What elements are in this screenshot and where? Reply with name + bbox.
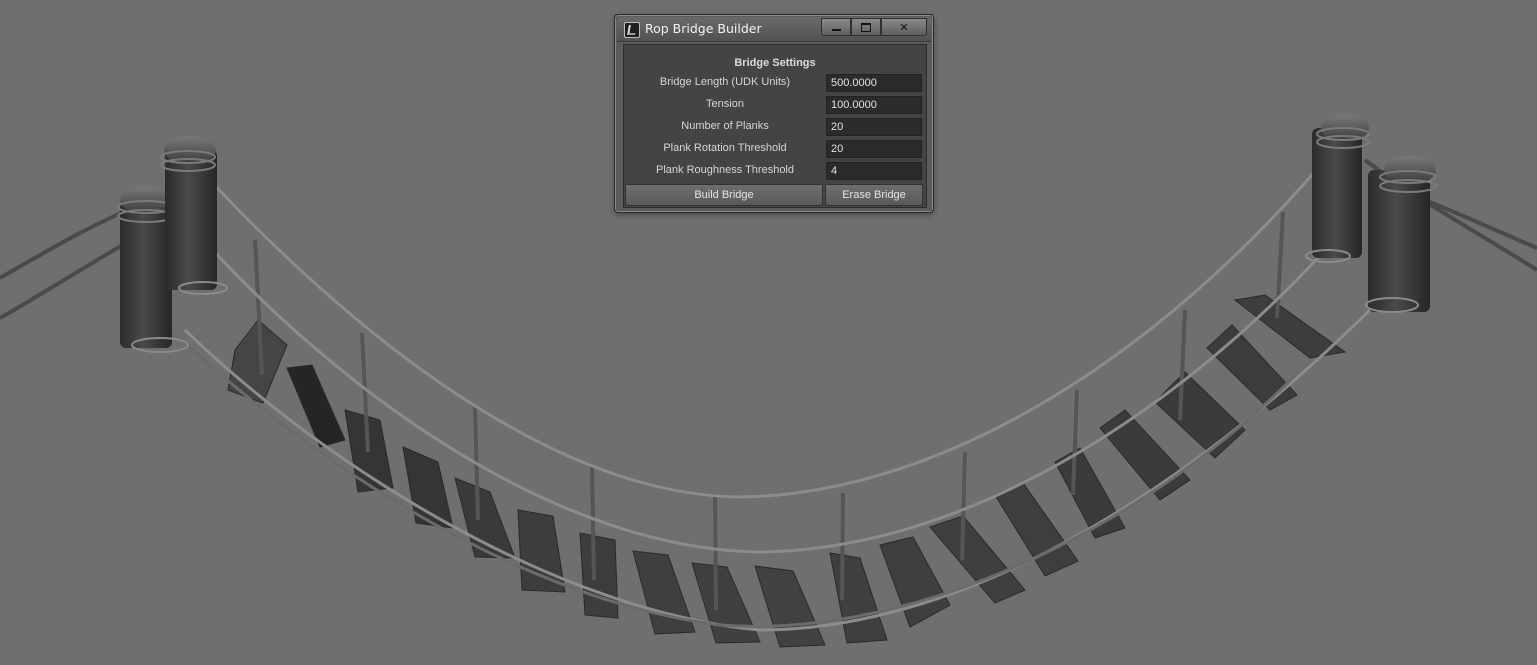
field-row-bridge-length: Bridge Length (UDK Units): [624, 73, 926, 93]
plank-roughness-threshold-label: Plank Roughness Threshold: [656, 164, 794, 176]
number-of-planks-input[interactable]: [826, 118, 922, 136]
minimize-button[interactable]: [821, 18, 851, 36]
window-controls: ✕: [821, 18, 927, 36]
close-button[interactable]: ✕: [881, 18, 927, 36]
minimize-icon: [831, 29, 841, 31]
tension-input[interactable]: [826, 96, 922, 114]
bridge-length-label: Bridge Length (UDK Units): [659, 76, 791, 88]
field-row-number-of-planks: Number of Planks: [624, 117, 926, 137]
pillar-left-back: [160, 136, 228, 295]
maya-app-icon: [624, 22, 640, 38]
maximize-button[interactable]: [851, 18, 881, 36]
tension-label: Tension: [706, 98, 744, 110]
window-title: Rop Bridge Builder: [645, 21, 762, 36]
erase-bridge-button[interactable]: Erase Bridge: [825, 184, 923, 206]
settings-panel: Bridge Settings Bridge Length (UDK Units…: [623, 44, 927, 208]
plank-roughness-threshold-input[interactable]: [826, 162, 922, 180]
rop-bridge-builder-window[interactable]: Rop Bridge Builder ✕ Bridge Settings Bri…: [614, 14, 934, 213]
bridge-length-input[interactable]: [826, 74, 922, 92]
plank-rotation-threshold-input[interactable]: [826, 140, 922, 158]
field-row-plank-roughness: Plank Roughness Threshold: [624, 161, 926, 181]
pillar-right-back: [1305, 114, 1370, 263]
field-row-tension: Tension: [624, 95, 926, 115]
window-titlebar[interactable]: Rop Bridge Builder ✕: [617, 17, 931, 42]
rope-verticals: [253, 211, 1285, 611]
build-bridge-button[interactable]: Build Bridge: [625, 184, 823, 206]
field-row-plank-rotation: Plank Rotation Threshold: [624, 139, 926, 159]
number-of-planks-label: Number of Planks: [681, 120, 769, 132]
plank-rotation-threshold-label: Plank Rotation Threshold: [663, 142, 787, 154]
maximize-icon: [861, 22, 871, 32]
section-heading: Bridge Settings: [734, 57, 816, 69]
close-icon: ✕: [899, 20, 909, 34]
pillar-right-front: [1365, 156, 1437, 313]
